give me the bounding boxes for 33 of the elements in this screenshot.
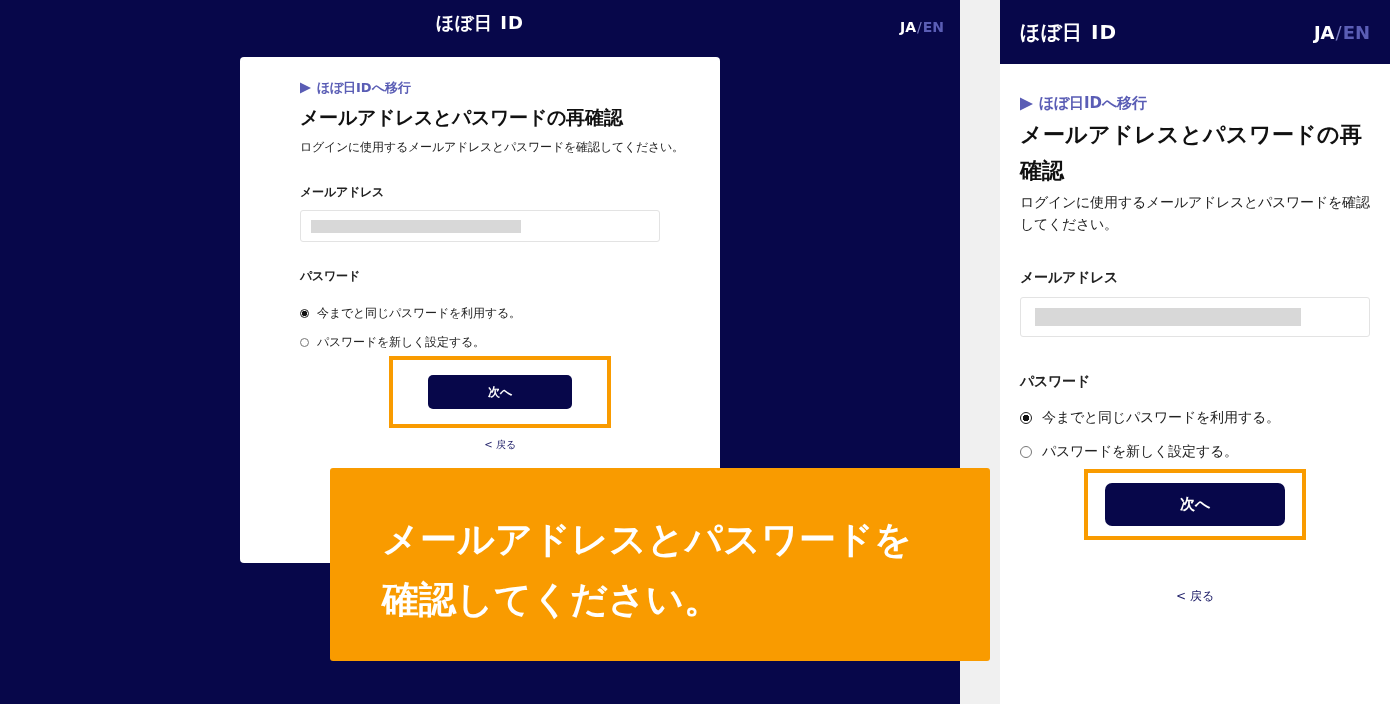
radio-button[interactable]	[300, 309, 309, 318]
language-separator: /	[1335, 21, 1342, 43]
field-label: メールアドレス	[1020, 269, 1119, 287]
language-link[interactable]: JA	[899, 19, 916, 35]
callout-text: メールアドレスとパスワードを確認してください。	[382, 517, 913, 623]
option-label: パスワードを新しく設定する。	[1042, 443, 1238, 461]
option-label: パスワードを新しく設定する。	[317, 334, 485, 351]
play-icon	[1020, 96, 1033, 111]
radio-button[interactable]	[300, 338, 309, 347]
option-label: 今までと同じパスワードを利用する。	[317, 305, 521, 322]
breadcrumb-link[interactable]: ほぼ日IDへ移行	[317, 79, 411, 97]
next-button[interactable]: 次へ	[428, 375, 572, 409]
email-field[interactable]	[1020, 297, 1370, 337]
description-text: ログインに使用するメールアドレスとパスワードを確認してください。	[300, 139, 685, 156]
back-link[interactable]: < 戻る	[1176, 588, 1214, 605]
page-title: メールアドレスとパスワードの再確認	[300, 105, 625, 130]
play-icon	[300, 82, 311, 94]
breadcrumb-link[interactable]: ほぼ日IDへ移行	[1039, 94, 1148, 113]
option-label: 今までと同じパスワードを利用する。	[1042, 409, 1280, 427]
page-title: メールアドレスとパスワードの再確認	[1020, 121, 1363, 185]
radio-button[interactable]	[1020, 412, 1032, 424]
field-label: パスワード	[300, 268, 361, 285]
logo: ほぼ日 ID	[1020, 18, 1117, 46]
back-link[interactable]: < 戻る	[484, 438, 516, 452]
next-button[interactable]: 次へ	[1105, 483, 1285, 526]
language-link[interactable]: JA	[1313, 21, 1335, 43]
language-separator: /	[917, 19, 922, 35]
field-label: パスワード	[1020, 373, 1091, 391]
field-label: メールアドレス	[300, 184, 385, 201]
logo: ほぼ日 ID	[436, 10, 524, 35]
description-text: ログインに使用するメールアドレスとパスワードを確認してください。	[1020, 193, 1371, 234]
email-field[interactable]	[300, 210, 660, 242]
radio-button[interactable]	[1020, 446, 1032, 458]
